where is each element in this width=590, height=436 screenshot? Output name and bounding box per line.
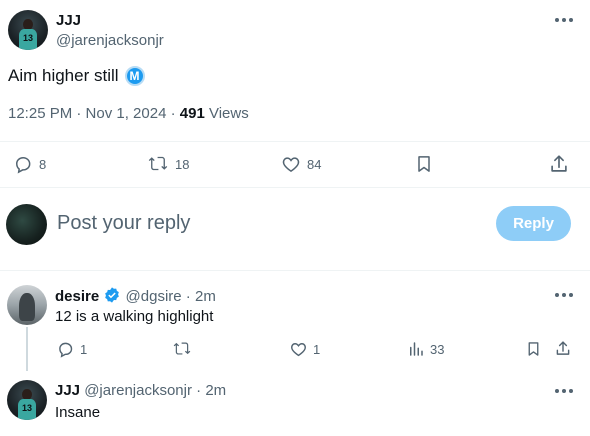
divider: [0, 187, 590, 188]
reply-count: 8: [39, 156, 47, 172]
repost-button[interactable]: [172, 340, 192, 358]
author-avatar[interactable]: 13: [8, 10, 48, 50]
reply-author-avatar[interactable]: 13: [7, 380, 47, 420]
repost-icon: [148, 156, 168, 171]
views-button[interactable]: 33: [407, 340, 444, 358]
like-count: 1: [313, 341, 321, 357]
more-options-icon[interactable]: [555, 292, 573, 298]
tweet-text: Aim higher still M: [8, 66, 145, 86]
share-button[interactable]: [554, 339, 572, 358]
avatar-jersey: 13: [18, 399, 36, 420]
reply-text: Insane: [55, 404, 101, 421]
repost-count: 18: [175, 156, 190, 172]
m-badge-icon: M: [124, 66, 145, 86]
reply-author-handle[interactable]: @jarenjacksonjr: [84, 382, 192, 399]
author-handle[interactable]: @jarenjacksonjr: [56, 32, 164, 49]
tweet-meta: 12:25 PM · Nov 1, 2024 · 491 Views: [8, 105, 249, 122]
share-icon: [556, 341, 570, 355]
author-name[interactable]: JJJ: [56, 12, 81, 29]
divider: [0, 270, 590, 271]
reply-button[interactable]: 8: [12, 154, 46, 174]
repost-button[interactable]: 18: [146, 154, 189, 174]
share-icon: [551, 155, 567, 172]
reply-count: 1: [80, 341, 88, 357]
verified-badge-icon: [105, 287, 120, 303]
reply-time[interactable]: · 2m: [192, 382, 226, 399]
more-options-icon[interactable]: [555, 388, 573, 394]
reply-author-handle[interactable]: @dgsire: [126, 288, 182, 305]
like-count: 84: [307, 156, 322, 172]
avatar-jersey-number: 13: [21, 402, 32, 413]
reply-icon: [15, 156, 31, 174]
views-count: 491: [179, 105, 205, 122]
reply-submit-button[interactable]: Reply: [496, 206, 571, 241]
reply-author-avatar[interactable]: [7, 285, 47, 325]
heart-icon: [282, 157, 300, 172]
current-user-avatar[interactable]: [6, 204, 47, 245]
bookmark-icon: [418, 156, 430, 172]
share-button[interactable]: [548, 153, 570, 175]
reply-author-name[interactable]: desire: [55, 288, 99, 305]
thread-line: [26, 327, 28, 371]
reply-button[interactable]: 1: [56, 340, 87, 358]
reply-time[interactable]: · 2m: [182, 288, 216, 305]
views-label: Views: [204, 105, 249, 122]
repost-icon: [173, 342, 191, 355]
reply-icon: [59, 342, 73, 358]
tweet-timestamp[interactable]: 12:25 PM · Nov 1, 2024 ·: [8, 105, 180, 122]
tweet-text-content: Aim higher still: [8, 66, 119, 85]
avatar-figure: [19, 293, 35, 321]
like-button[interactable]: 84: [280, 154, 321, 174]
bookmark-icon: [528, 342, 539, 356]
views-count: 33: [430, 341, 445, 357]
like-button[interactable]: 1: [289, 340, 320, 358]
reply-input[interactable]: Post your reply: [57, 212, 190, 235]
heart-icon: [291, 343, 306, 357]
reply-author-name[interactable]: JJJ: [55, 382, 80, 399]
reply-header: desire @dgsire · 2m: [55, 286, 216, 305]
analytics-icon: [410, 342, 423, 356]
reply-text: 12 is a walking highlight: [55, 308, 214, 325]
avatar-jersey: 13: [19, 29, 37, 50]
bookmark-button[interactable]: [525, 340, 542, 358]
more-options-icon[interactable]: [555, 17, 573, 23]
divider: [0, 141, 590, 142]
bookmark-button[interactable]: [414, 154, 434, 174]
reply-header: JJJ @jarenjacksonjr · 2m: [55, 382, 226, 399]
avatar-jersey-number: 13: [22, 32, 33, 43]
